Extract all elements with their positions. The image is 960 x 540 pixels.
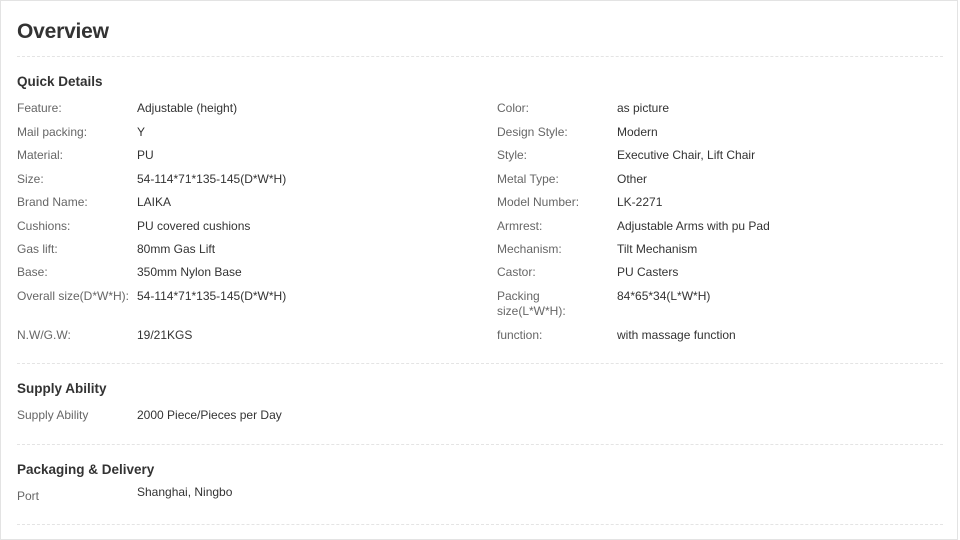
detail-value: PU	[137, 148, 154, 162]
detail-label: function:	[497, 328, 543, 342]
packaging-delivery-heading: Packaging & Delivery	[17, 462, 155, 477]
detail-value: Shanghai, Ningbo	[137, 485, 233, 499]
detail-label: Base:	[17, 265, 48, 279]
detail-value: as picture	[617, 101, 670, 115]
detail-value: PU Casters	[617, 265, 679, 279]
detail-value: Y	[137, 125, 146, 139]
divider	[17, 363, 943, 364]
detail-value: 54-114*71*135-145(D*W*H)	[137, 289, 287, 303]
detail-label: Brand Name:	[17, 195, 88, 209]
detail-value: 19/21KGS	[137, 328, 193, 342]
divider	[17, 444, 943, 445]
detail-label: Port	[17, 489, 40, 503]
detail-label: N.W/G.W:	[17, 328, 71, 342]
detail-value: Other	[617, 172, 648, 186]
detail-label: Style:	[497, 148, 528, 162]
detail-value: 80mm Gas Lift	[137, 242, 216, 256]
detail-label: Castor:	[497, 265, 536, 279]
detail-label: Overall size(D*W*H):	[17, 289, 130, 303]
detail-value: LAIKA	[137, 195, 172, 209]
detail-value: Executive Chair, Lift Chair	[617, 148, 756, 162]
detail-value: Adjustable (height)	[137, 101, 238, 115]
detail-value: 84*65*34(L*W*H)	[617, 289, 711, 303]
detail-value: with massage function	[617, 328, 736, 342]
detail-label: Model Number:	[497, 195, 580, 209]
detail-label: Packing size(L*W*H):	[497, 289, 566, 318]
detail-value: PU covered cushions	[137, 219, 251, 233]
supply-ability-heading: Supply Ability	[17, 381, 107, 396]
detail-label: Cushions:	[17, 219, 71, 233]
divider	[17, 56, 943, 57]
detail-value: Adjustable Arms with pu Pad	[617, 219, 770, 233]
detail-value: Tilt Mechanism	[617, 242, 698, 256]
detail-label: Size:	[17, 172, 44, 186]
quick-details-heading: Quick Details	[17, 74, 103, 89]
detail-label: Design Style:	[497, 125, 568, 139]
detail-label: Supply Ability	[17, 408, 89, 422]
detail-label: Mail packing:	[17, 125, 88, 139]
page-title: Overview	[17, 20, 109, 43]
detail-label: Armrest:	[497, 219, 543, 233]
detail-value: LK-2271	[617, 195, 663, 209]
detail-label: Mechanism:	[497, 242, 562, 256]
detail-value: 350mm Nylon Base	[137, 265, 242, 279]
detail-label: Metal Type:	[497, 172, 559, 186]
overview-panel: Overview Quick Details Feature: Adjustab…	[0, 0, 958, 540]
detail-label: Gas lift:	[17, 242, 58, 256]
detail-label: Material:	[17, 148, 64, 162]
detail-value: 2000 Piece/Pieces per Day	[137, 408, 282, 422]
divider	[17, 524, 943, 525]
detail-label: Color:	[497, 101, 530, 115]
detail-value: 54-114*71*135-145(D*W*H)	[137, 172, 287, 186]
detail-value: Modern	[617, 125, 658, 139]
detail-label: Feature:	[17, 101, 62, 115]
